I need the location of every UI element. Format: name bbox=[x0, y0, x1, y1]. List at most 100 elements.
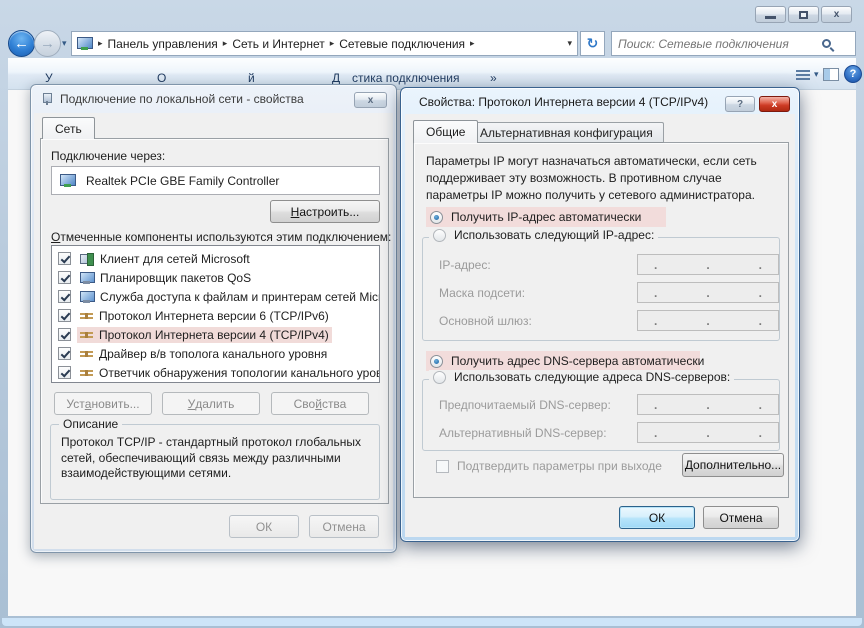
description-group-title: Описание bbox=[59, 417, 122, 431]
tab-general[interactable]: Общие bbox=[413, 120, 478, 143]
nav-history-caret-icon[interactable]: ▾ bbox=[62, 38, 67, 49]
breadcrumb-item-network-internet[interactable]: Сеть и Интернет bbox=[232, 37, 324, 51]
validate-label: Подтвердить параметры при выходе bbox=[457, 459, 662, 473]
search-box[interactable] bbox=[611, 31, 856, 56]
lan-cancel-button[interactable]: Отмена bbox=[309, 515, 379, 538]
views-list-icon[interactable] bbox=[796, 69, 810, 80]
alternate-dns-label: Альтернативный DNS-сервер: bbox=[439, 426, 607, 440]
ipv4-help-button[interactable]: ? bbox=[725, 96, 755, 112]
ipv4-close-button[interactable]: x bbox=[759, 96, 790, 112]
install-button[interactable]: Установить... bbox=[54, 392, 152, 415]
breadcrumb-separator-icon[interactable]: ▸ bbox=[330, 38, 335, 49]
properties-button[interactable]: Свойства bbox=[271, 392, 369, 415]
tab-alternate-config-label: Альтернативная конфигурация bbox=[480, 126, 653, 140]
ipv4-ok-button[interactable]: ОК bbox=[619, 506, 695, 529]
component-row[interactable]: Протокол Интернета версии 6 (TCP/IPv6) bbox=[52, 306, 379, 325]
service-icon bbox=[80, 272, 94, 284]
search-input[interactable] bbox=[618, 33, 818, 54]
component-row[interactable]: Ответчик обнаружения топологии канальног… bbox=[52, 363, 379, 382]
help-icon: ? bbox=[737, 99, 743, 110]
views-caret-icon[interactable]: ▾ bbox=[814, 69, 819, 80]
ipv4-cancel-button[interactable]: Отмена bbox=[703, 506, 779, 529]
window-caption-buttons: x bbox=[755, 6, 852, 23]
manual-dns-radio-row[interactable]: Использовать следующие адреса DNS-сервер… bbox=[429, 370, 734, 384]
tab-general-label: Общие bbox=[426, 125, 465, 139]
lan-ok-button[interactable]: ОК bbox=[229, 515, 299, 538]
checkbox-unchecked[interactable] bbox=[436, 460, 449, 473]
description-text: Протокол TCP/IP - стандартный протокол г… bbox=[51, 425, 379, 482]
breadcrumb-separator-icon[interactable]: ▸ bbox=[223, 38, 228, 49]
restore-button[interactable] bbox=[788, 6, 819, 23]
toolbar-item-diagnostics-fragment[interactable]: стика подключения bbox=[352, 71, 460, 85]
radio-unselected-icon[interactable] bbox=[433, 229, 446, 242]
checkbox-checked[interactable] bbox=[58, 271, 71, 284]
radio-selected-icon[interactable] bbox=[430, 211, 443, 224]
breadcrumb-item-control-panel[interactable]: Панель управления bbox=[108, 37, 218, 51]
preview-pane-icon[interactable] bbox=[823, 68, 839, 81]
network-adapter-icon bbox=[60, 174, 76, 187]
toolbar-item-fragment[interactable]: О bbox=[157, 71, 166, 85]
tab-network[interactable]: Сеть bbox=[42, 117, 95, 139]
toolbar-item-fragment[interactable]: Д bbox=[332, 71, 340, 85]
close-icon: x bbox=[368, 95, 374, 106]
help-button[interactable]: ? bbox=[844, 65, 862, 83]
validate-checkbox-row[interactable]: Подтвердить параметры при выходе bbox=[436, 459, 662, 473]
checkbox-checked[interactable] bbox=[58, 290, 71, 303]
default-gateway-input[interactable]: ... bbox=[637, 310, 779, 331]
connect-via-label: Подключение через: bbox=[51, 149, 165, 163]
tab-alternate-config[interactable]: Альтернативная конфигурация bbox=[469, 122, 664, 143]
checkbox-checked[interactable] bbox=[58, 366, 71, 379]
breadcrumb-item-network-connections[interactable]: Сетевые подключения bbox=[339, 37, 465, 51]
auto-ip-radio-row[interactable]: Получить IP-адрес автоматически bbox=[426, 207, 666, 227]
location-icon bbox=[77, 37, 93, 50]
ip-intro-text: Параметры IP могут назначаться автоматич… bbox=[426, 153, 778, 203]
lan-dialog-titlebar[interactable]: Подключение по локальной сети - свойства bbox=[31, 85, 396, 112]
checkbox-checked[interactable] bbox=[58, 347, 71, 360]
configure-button[interactable]: Настроить... bbox=[270, 200, 380, 223]
alternate-dns-input[interactable]: ... bbox=[637, 422, 779, 443]
preferred-dns-input[interactable]: ... bbox=[637, 394, 779, 415]
component-label: Протокол Интернета версии 6 (TCP/IPv6) bbox=[99, 309, 329, 323]
general-tab-page: Параметры IP могут назначаться автоматич… bbox=[413, 142, 789, 498]
lan-dialog-close-button[interactable]: x bbox=[354, 92, 387, 108]
toolbar-item-fragment[interactable]: й bbox=[248, 71, 255, 85]
restore-icon bbox=[799, 11, 808, 19]
breadcrumb-separator-icon[interactable]: ▸ bbox=[470, 38, 475, 49]
uninstall-button[interactable]: Удалить bbox=[162, 392, 260, 415]
components-listbox[interactable]: Клиент для сетей Microsoft Планировщик п… bbox=[51, 245, 380, 383]
component-label: Клиент для сетей Microsoft bbox=[100, 252, 250, 266]
checkbox-checked[interactable] bbox=[58, 309, 71, 322]
network-plug-icon bbox=[41, 93, 53, 105]
lan-properties-dialog: Подключение по локальной сети - свойства… bbox=[30, 84, 397, 553]
manual-ip-radio-row[interactable]: Использовать следующий IP-адрес: bbox=[429, 228, 658, 242]
forward-button[interactable]: → bbox=[34, 30, 61, 57]
radio-selected-icon[interactable] bbox=[430, 355, 443, 368]
toolbar-chevron-icon[interactable]: » bbox=[490, 71, 497, 85]
advanced-button[interactable]: Дополнительно... bbox=[682, 453, 784, 477]
components-label: Отмеченные компоненты используются этим … bbox=[51, 230, 391, 244]
search-icon[interactable] bbox=[822, 39, 831, 48]
address-bar[interactable]: ▸ Панель управления ▸ Сеть и Интернет ▸ … bbox=[71, 31, 578, 56]
refresh-button[interactable]: ↻ bbox=[580, 31, 605, 56]
protocol-icon bbox=[80, 311, 93, 321]
checkbox-checked[interactable] bbox=[58, 252, 71, 265]
toolbar-item-fragment[interactable]: У bbox=[45, 71, 53, 85]
close-icon: x bbox=[834, 9, 840, 20]
auto-dns-radio-row[interactable]: Получить адрес DNS-сервера автоматически bbox=[426, 351, 700, 371]
subnet-mask-input[interactable]: ... bbox=[637, 282, 779, 303]
checkbox-checked[interactable] bbox=[58, 328, 71, 341]
ipv4-properties-dialog: Свойства: Протокол Интернета версии 4 (T… bbox=[400, 87, 800, 542]
minimize-button[interactable] bbox=[755, 6, 786, 23]
radio-unselected-icon[interactable] bbox=[433, 371, 446, 384]
auto-dns-label: Получить адрес DNS-сервера автоматически bbox=[451, 354, 704, 368]
component-row[interactable]: Клиент для сетей Microsoft bbox=[52, 249, 379, 268]
address-dropdown-caret-icon[interactable]: ▾ bbox=[567, 38, 572, 49]
component-row[interactable]: Служба доступа к файлам и принтерам сете… bbox=[52, 287, 379, 306]
component-row-selected[interactable]: Протокол Интернета версии 4 (TCP/IPv4) bbox=[52, 325, 379, 344]
ip-address-input[interactable]: ... bbox=[637, 254, 779, 275]
back-arrow-icon: ← bbox=[14, 35, 29, 52]
component-row[interactable]: Драйвер в/в тополога канального уровня bbox=[52, 344, 379, 363]
component-row[interactable]: Планировщик пакетов QoS bbox=[52, 268, 379, 287]
window-close-button[interactable]: x bbox=[821, 6, 852, 23]
back-button[interactable]: ← bbox=[8, 30, 35, 57]
